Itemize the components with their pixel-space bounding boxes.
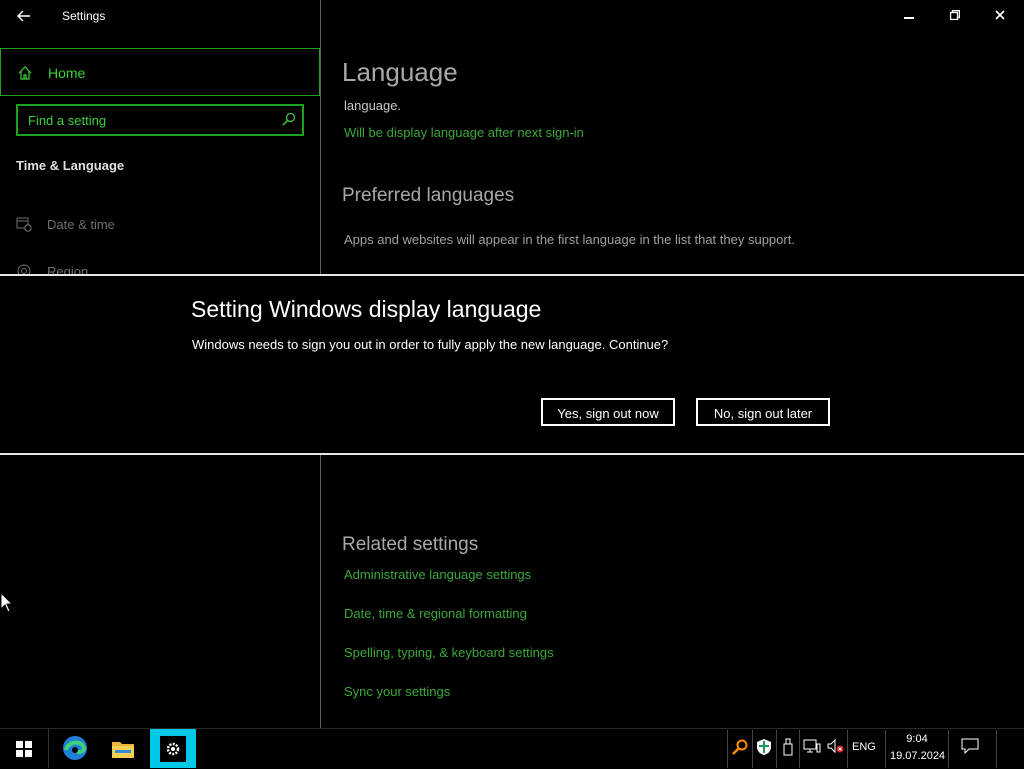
taskbar-settings[interactable] — [150, 729, 196, 768]
taskbar-edge[interactable] — [54, 729, 96, 768]
start-button[interactable] — [0, 729, 48, 768]
calendar-clock-icon — [16, 216, 32, 232]
sidebar-item-region[interactable]: Region — [47, 264, 88, 274]
related-settings-heading: Related settings — [342, 534, 479, 555]
dialog-message: Windows needs to sign you out in order t… — [192, 337, 669, 352]
preferred-languages-heading: Preferred languages — [342, 185, 515, 206]
tray-separator — [752, 730, 753, 768]
restore-button[interactable] — [940, 6, 970, 26]
tray-separator — [727, 730, 728, 768]
tray-separator — [885, 730, 886, 768]
action-center-icon[interactable] — [959, 738, 981, 758]
title-bar — [0, 0, 1024, 32]
taskbar-separator — [48, 729, 49, 768]
clock-date[interactable]: 19.07.2024 — [890, 750, 945, 762]
link-admin-language-settings[interactable]: Administrative language settings — [344, 567, 531, 582]
tray-separator — [799, 730, 800, 768]
search-box[interactable] — [16, 104, 304, 136]
sidebar-item-region-clip: Region — [0, 258, 320, 274]
file-explorer-icon — [112, 742, 134, 758]
language-text: language. — [344, 98, 402, 113]
volume-muted-icon[interactable] — [826, 738, 846, 758]
restore-icon — [949, 9, 961, 21]
sidebar-item-date-time[interactable]: Date & time — [47, 217, 115, 232]
network-icon[interactable] — [802, 738, 822, 758]
link-sync-settings[interactable]: Sync your settings — [344, 684, 450, 699]
edge-icon — [63, 736, 87, 760]
tray-separator — [776, 730, 777, 768]
yes-sign-out-now-button[interactable]: Yes, sign out now — [541, 398, 675, 426]
no-sign-out-later-button[interactable]: No, sign out later — [696, 398, 830, 426]
dialog-title: Setting Windows display language — [191, 296, 542, 322]
display-language-note: Will be display language after next sign… — [344, 125, 584, 140]
minimize-icon — [904, 17, 914, 19]
close-icon — [995, 10, 1005, 20]
clock-time[interactable]: 9:04 — [904, 733, 930, 745]
tray-separator — [948, 730, 949, 768]
mouse-cursor-icon — [0, 591, 14, 614]
show-desktop-button[interactable] — [997, 729, 1024, 768]
search-input[interactable] — [28, 111, 268, 129]
input-language-indicator[interactable]: ENG — [852, 741, 876, 753]
home-label[interactable]: Home — [48, 65, 85, 81]
security-shield-icon[interactable] — [754, 738, 774, 758]
window-title: Settings — [62, 9, 106, 23]
preferred-languages-description: Apps and websites will appear in the fir… — [344, 232, 795, 247]
section-title: Time & Language — [16, 158, 125, 173]
minimize-button[interactable] — [894, 6, 924, 26]
back-arrow-icon — [17, 10, 30, 22]
home-icon — [17, 65, 33, 81]
start-icon — [16, 741, 32, 757]
globe-gear-icon — [16, 263, 32, 274]
close-button[interactable] — [985, 6, 1015, 26]
search-tray-icon[interactable] — [730, 738, 750, 758]
settings-icon — [166, 742, 180, 756]
back-button[interactable] — [10, 6, 38, 26]
search-icon[interactable] — [282, 112, 296, 126]
page-title: Language — [342, 57, 458, 87]
tray-separator — [847, 730, 848, 768]
taskbar-file-explorer[interactable] — [102, 729, 144, 768]
link-spelling-typing-keyboard[interactable]: Spelling, typing, & keyboard settings — [344, 645, 554, 660]
link-date-time-regional[interactable]: Date, time & regional formatting — [344, 606, 527, 621]
usb-device-icon[interactable] — [778, 738, 798, 758]
